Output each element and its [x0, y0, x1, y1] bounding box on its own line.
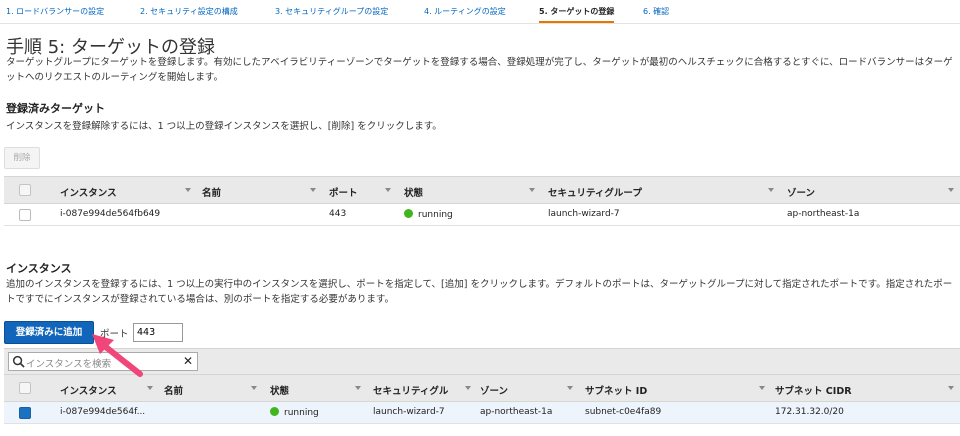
- registered-targets-heading: 登録済みターゲット: [6, 102, 105, 115]
- column-subnet-id[interactable]: サブネット ID: [585, 383, 647, 397]
- cell-security-group: launch-wizard-7: [373, 407, 445, 417]
- column-instance[interactable]: インスタンス: [60, 185, 117, 199]
- search-input[interactable]: インスタンスを検索 ✕: [8, 352, 198, 371]
- cell-instance: i-087e994de564fb649: [60, 209, 161, 219]
- cell-instance: i-087e994de564f...: [60, 407, 146, 417]
- sort-caret-icon[interactable]: [567, 386, 573, 390]
- sort-caret-icon[interactable]: [355, 386, 361, 390]
- instances-heading: インスタンス: [6, 262, 72, 275]
- port-label: ポート: [100, 329, 129, 340]
- column-instance[interactable]: インスタンス: [60, 383, 117, 397]
- cell-security-group: launch-wizard-7: [548, 209, 620, 219]
- cell-subnet-id: subnet-c0e4fa89: [585, 407, 662, 417]
- row-checkbox[interactable]: [19, 209, 31, 221]
- sort-caret-icon[interactable]: [185, 188, 191, 192]
- sort-caret-icon[interactable]: [759, 386, 765, 390]
- wizard-steps: 1. ロードバランサーの設定 2. セキュリティ設定の構成 3. セキュリティグ…: [0, 0, 960, 24]
- wizard-step-review[interactable]: 6. 確認: [643, 6, 669, 17]
- registered-targets-table: インスタンス 名前 ポート 状態 セキュリティグループ ゾーン i-087e99…: [4, 176, 960, 228]
- registered-targets-instruction: インスタンスを登録解除するには、1 つ以上の登録インスタンスを選択し、[削除] …: [6, 121, 442, 132]
- sort-caret-icon[interactable]: [310, 188, 316, 192]
- sort-caret-icon[interactable]: [948, 188, 954, 192]
- column-security-group[interactable]: セキュリティグループ: [548, 185, 642, 199]
- clear-icon[interactable]: ✕: [183, 355, 193, 368]
- wizard-step-load-balancer[interactable]: 1. ロードバランサーの設定: [6, 6, 104, 17]
- table-row[interactable]: i-087e994de564f... running launch-wizard…: [4, 402, 960, 424]
- table-header: インスタンス 名前 状態 セキュリティグル ゾーン サブネット ID サブネット…: [4, 374, 960, 402]
- add-to-registered-button[interactable]: 登録済みに追加: [4, 321, 94, 344]
- running-status-icon: [404, 209, 413, 218]
- column-zone[interactable]: ゾーン: [480, 383, 508, 397]
- table-row[interactable]: i-087e994de564fb649 443 running launch-w…: [4, 204, 960, 226]
- instances-instruction: 追加のインスタンスを登録するには、1 つ以上の実行中のインスタンスを選択し、ポー…: [6, 279, 953, 305]
- instances-table: インスタンス 名前 状態 セキュリティグル ゾーン サブネット ID サブネット…: [4, 374, 960, 426]
- page-description: ターゲットグループにターゲットを登録します。有効にしたアベイラビリティーゾーンで…: [6, 57, 953, 83]
- sort-caret-icon[interactable]: [948, 386, 954, 390]
- port-input[interactable]: [133, 323, 183, 342]
- cell-subnet-cidr: 172.31.32.0/20: [775, 407, 844, 417]
- wizard-step-security-settings[interactable]: 2. セキュリティ設定の構成: [140, 6, 238, 17]
- wizard-step-register-targets[interactable]: 5. ターゲットの登録: [539, 6, 615, 23]
- wizard-step-routing[interactable]: 4. ルーティングの設定: [424, 6, 506, 17]
- column-port[interactable]: ポート: [329, 185, 358, 199]
- column-state[interactable]: 状態: [270, 383, 289, 397]
- row-checkbox[interactable]: [19, 407, 31, 419]
- column-subnet-cidr[interactable]: サブネット CIDR: [775, 383, 852, 397]
- sort-caret-icon[interactable]: [768, 188, 774, 192]
- sort-caret-icon[interactable]: [529, 188, 535, 192]
- column-name[interactable]: 名前: [164, 383, 183, 397]
- sort-caret-icon[interactable]: [465, 386, 471, 390]
- remove-button[interactable]: 削除: [4, 147, 40, 169]
- running-status-icon: [270, 407, 279, 416]
- search-icon: [12, 355, 25, 368]
- select-all-checkbox[interactable]: [19, 382, 31, 394]
- column-state[interactable]: 状態: [404, 185, 423, 199]
- cell-zone: ap-northeast-1a: [480, 407, 553, 417]
- search-placeholder: インスタンスを検索: [26, 359, 112, 370]
- state-label: running: [418, 210, 453, 220]
- select-all-checkbox[interactable]: [19, 184, 31, 196]
- column-name[interactable]: 名前: [202, 185, 221, 199]
- sort-caret-icon[interactable]: [147, 386, 153, 390]
- column-zone[interactable]: ゾーン: [787, 185, 815, 199]
- wizard-step-security-groups[interactable]: 3. セキュリティグループの設定: [275, 6, 388, 17]
- table-header: インスタンス 名前 ポート 状態 セキュリティグループ ゾーン: [4, 176, 960, 204]
- cell-zone: ap-northeast-1a: [787, 209, 860, 219]
- state-label: running: [284, 408, 319, 418]
- column-security-group[interactable]: セキュリティグル: [373, 383, 448, 397]
- cell-port: 443: [329, 209, 347, 219]
- sort-caret-icon[interactable]: [385, 188, 391, 192]
- cell-state: running: [404, 209, 453, 220]
- cell-state: running: [270, 407, 319, 418]
- sort-caret-icon[interactable]: [251, 386, 257, 390]
- search-bar: インスタンスを検索 ✕: [4, 348, 960, 374]
